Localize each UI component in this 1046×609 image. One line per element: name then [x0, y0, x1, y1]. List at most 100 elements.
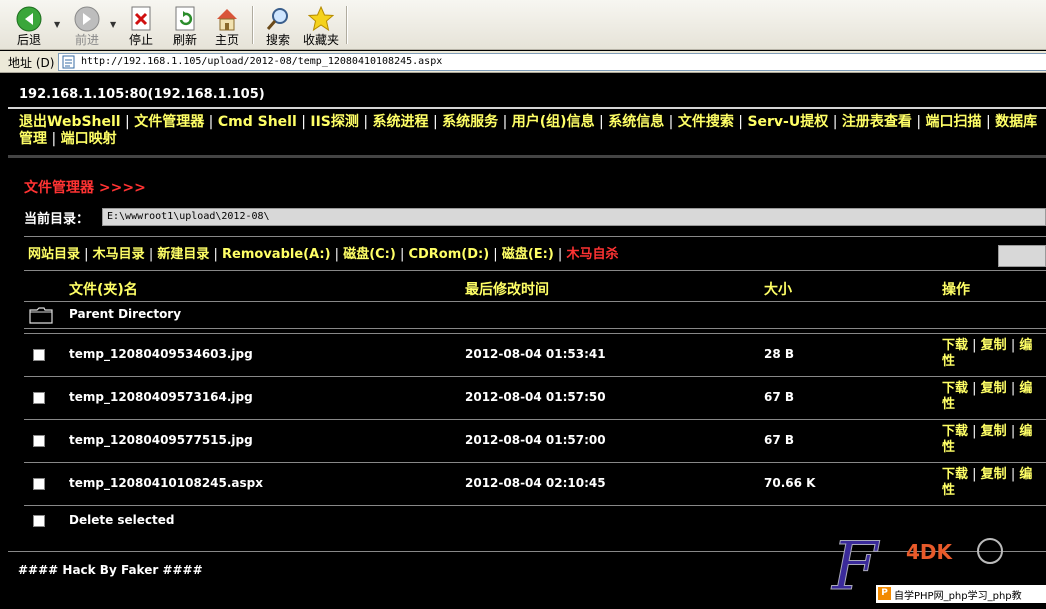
current-dir-input[interactable]: E:\wwwroot1\upload\2012-08\: [102, 208, 1046, 226]
search-icon: [266, 8, 288, 30]
nav-sysinfo[interactable]: 系统信息: [608, 114, 664, 130]
row-checkbox[interactable]: [33, 349, 45, 361]
file-name[interactable]: temp_12080409577515.jpg: [69, 433, 253, 447]
forward-dropdown-icon[interactable]: ▼: [110, 20, 116, 29]
copy-link[interactable]: 复制: [981, 424, 1007, 439]
file-ops: 下载 | 复制 | 编性: [942, 381, 1033, 412]
watermark-emblem-icon: [977, 538, 1003, 564]
nav-services[interactable]: 系统服务: [442, 114, 498, 130]
back-arrow-icon: [16, 6, 42, 32]
back-button[interactable]: 后退: [10, 4, 48, 48]
parent-directory-link[interactable]: Parent Directory: [69, 307, 181, 321]
stop-button[interactable]: 停止: [124, 4, 158, 48]
back-dropdown-icon[interactable]: ▼: [54, 20, 60, 29]
nav-cmd-shell[interactable]: Cmd Shell: [218, 114, 297, 130]
copy-link[interactable]: 复制: [981, 381, 1007, 396]
col-size: 大小: [764, 282, 792, 298]
host-title: 192.168.1.105:80(192.168.1.105): [19, 87, 265, 102]
nav-logout[interactable]: 退出WebShell: [19, 114, 121, 130]
col-name: 文件(夹)名: [69, 282, 138, 298]
file-ops: 下载 | 复制 | 编性: [942, 338, 1033, 369]
page-icon: [62, 55, 75, 69]
file-manager-title: 文件管理器 >>>>: [24, 180, 146, 196]
stop-icon: [131, 6, 151, 31]
attr-link[interactable]: 性: [942, 354, 955, 369]
home-icon: [217, 9, 237, 31]
file-name[interactable]: temp_12080409573164.jpg: [69, 390, 253, 404]
watermark-p-icon: P: [878, 587, 891, 600]
nav-servu[interactable]: Serv-U提权: [747, 114, 828, 130]
divider: [24, 505, 1046, 506]
nav-processes[interactable]: 系统进程: [373, 114, 429, 130]
favorites-button[interactable]: 收藏夹: [300, 4, 342, 48]
edit-link[interactable]: 编: [1019, 467, 1032, 482]
edit-link[interactable]: 编: [1019, 338, 1032, 353]
home-button[interactable]: 主页: [210, 4, 244, 48]
attr-link[interactable]: 性: [942, 440, 955, 455]
file-name[interactable]: temp_12080410108245.aspx: [69, 476, 263, 490]
toolbar-separator: [252, 6, 254, 44]
refresh-label: 刷新: [172, 33, 197, 47]
stop-label: 停止: [128, 33, 153, 47]
col-ops: 操作: [942, 282, 970, 298]
nav-port-map[interactable]: 端口映射: [61, 131, 117, 147]
file-mtime: 2012-08-04 01:53:41: [465, 347, 606, 361]
col-mtime: 最后修改时间: [465, 282, 549, 298]
nav-users[interactable]: 用户(组)信息: [512, 114, 595, 130]
download-link[interactable]: 下载: [942, 424, 968, 439]
delete-selected-button[interactable]: Delete selected: [69, 513, 175, 527]
copy-link[interactable]: 复制: [981, 338, 1007, 353]
folder-icon[interactable]: [29, 306, 53, 324]
drive-input[interactable]: [998, 245, 1046, 267]
drive-c[interactable]: 磁盘(C:): [343, 247, 396, 262]
drive-a[interactable]: Removable(A:): [222, 247, 331, 262]
file-size: 67 B: [764, 390, 795, 404]
nav-port-scan[interactable]: 端口扫描: [926, 114, 982, 130]
watermark-brand: 4DK: [906, 540, 954, 564]
address-bar: 地址 (D) http://192.168.1.105/upload/2012-…: [0, 51, 1046, 73]
attr-link[interactable]: 性: [942, 397, 955, 412]
refresh-button[interactable]: 刷新: [168, 4, 202, 48]
drive-e[interactable]: 磁盘(E:): [502, 247, 554, 262]
current-dir-label: 当前目录：: [24, 212, 90, 227]
forward-button[interactable]: 前进: [68, 4, 106, 48]
drive-new-dir[interactable]: 新建目录: [157, 247, 209, 262]
row-checkbox[interactable]: [33, 478, 45, 490]
edit-link[interactable]: 编: [1019, 381, 1032, 396]
nav-file-search[interactable]: 文件搜索: [678, 114, 734, 130]
search-button[interactable]: 搜索: [262, 4, 294, 48]
copy-link[interactable]: 复制: [981, 467, 1007, 482]
favorites-label: 收藏夹: [302, 33, 339, 47]
address-input[interactable]: http://192.168.1.105/upload/2012-08/temp…: [58, 53, 1046, 71]
nav-file-manager[interactable]: 文件管理器: [134, 114, 204, 130]
row-checkbox[interactable]: [33, 392, 45, 404]
watermark-caption-text: 自学PHP网_php学习_php教: [894, 591, 1022, 602]
divider: [24, 462, 1046, 463]
nav-registry[interactable]: 注册表查看: [842, 114, 912, 130]
search-label: 搜索: [265, 33, 290, 47]
address-label: 地址 (D): [8, 56, 55, 70]
home-label: 主页: [214, 33, 239, 47]
address-url: http://192.168.1.105/upload/2012-08/temp…: [81, 56, 443, 67]
file-mtime: 2012-08-04 01:57:00: [465, 433, 606, 447]
footer-text: #### Hack By Faker ####: [18, 563, 203, 577]
divider: [24, 236, 1046, 237]
row-checkbox[interactable]: [33, 435, 45, 447]
forward-arrow-icon: [74, 6, 100, 32]
edit-link[interactable]: 编: [1019, 424, 1032, 439]
download-link[interactable]: 下载: [942, 467, 968, 482]
attr-link[interactable]: 性: [942, 483, 955, 498]
drive-shell-dir[interactable]: 木马目录: [93, 247, 145, 262]
download-link[interactable]: 下载: [942, 381, 968, 396]
drive-d[interactable]: CDRom(D:): [408, 247, 489, 262]
file-name[interactable]: temp_12080409534603.jpg: [69, 347, 253, 361]
self-kill-link[interactable]: 木马自杀: [566, 247, 618, 262]
download-link[interactable]: 下载: [942, 338, 968, 353]
drive-site-root[interactable]: 网站目录: [28, 247, 80, 262]
divider: [24, 419, 1046, 420]
select-all-checkbox[interactable]: [33, 515, 45, 527]
divider: [24, 376, 1046, 377]
divider: [24, 301, 1046, 302]
nav-iis-probe[interactable]: IIS探测: [310, 114, 359, 130]
forward-label: 前进: [74, 33, 99, 47]
